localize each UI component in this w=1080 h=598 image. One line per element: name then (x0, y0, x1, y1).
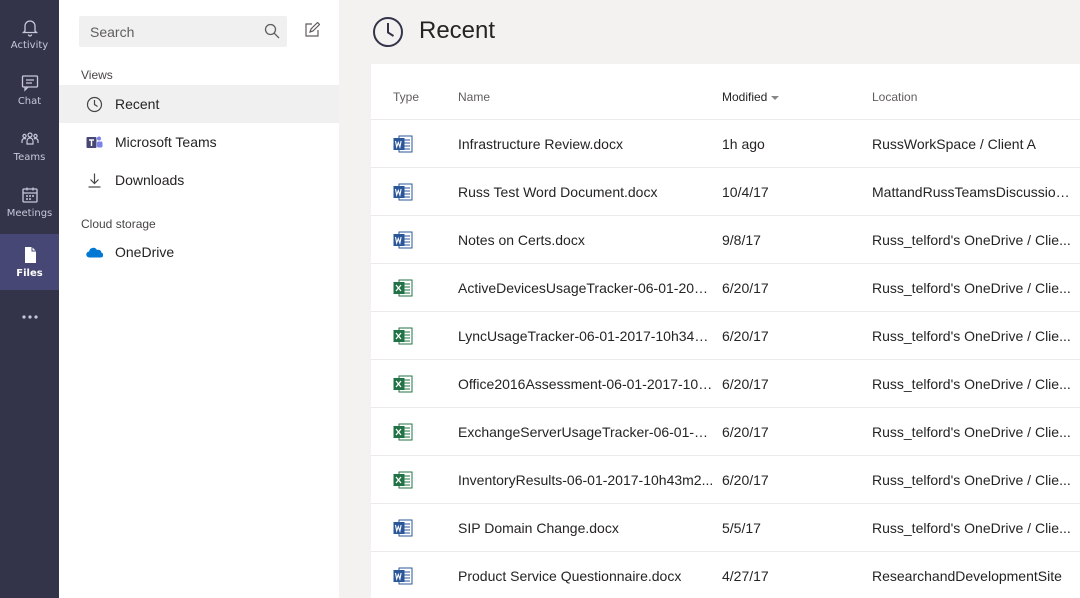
column-header-modified-label: Modified (722, 90, 768, 104)
table-row[interactable]: Infrastructure Review.docx 1h ago RussWork… (371, 119, 1080, 167)
file-location[interactable]: MattandRussTeamsDiscussion... (872, 184, 1072, 200)
word-file-icon (393, 567, 413, 585)
table-row[interactable]: Notes on Certs.docx 9/8/17 Russ_telford's … (371, 215, 1080, 263)
file-name: Office2016Assessment-06-01-2017-10h... (458, 376, 714, 392)
file-name: Notes on Certs.docx (458, 232, 585, 248)
file-modified: 6/20/17 (722, 424, 769, 440)
excel-file-icon (393, 327, 413, 345)
search-input[interactable] (79, 16, 259, 47)
column-header-modified[interactable]: Modified (722, 90, 780, 104)
file-modified: 6/20/17 (722, 280, 769, 296)
search-box[interactable] (79, 16, 287, 47)
excel-file-icon (393, 423, 413, 441)
file-modified: 6/20/17 (722, 328, 769, 344)
files-table: Type Name Modified Location Infrastructu… (371, 64, 1080, 598)
file-name: SIP Domain Change.docx (458, 520, 619, 536)
excel-file-icon (393, 375, 413, 393)
nav-item-label: Microsoft Teams (115, 134, 217, 150)
file-location[interactable]: Russ_telford's OneDrive / Clie... (872, 424, 1072, 440)
cloud-storage-label: Cloud storage (81, 217, 156, 231)
file-name: Infrastructure Review.docx (458, 136, 623, 152)
file-location[interactable]: Russ_telford's OneDrive / Clie... (872, 232, 1072, 248)
file-name: Russ Test Word Document.docx (458, 184, 658, 200)
file-location[interactable]: Russ_telford's OneDrive / Clie... (872, 472, 1072, 488)
file-name: ExchangeServerUsageTracker-06-01-20... (458, 424, 714, 440)
sort-descending-icon (771, 95, 780, 100)
file-modified: 6/20/17 (722, 472, 769, 488)
nav-item-recent[interactable]: Recent (59, 85, 339, 123)
nav-item-label: Downloads (115, 172, 185, 188)
word-file-icon (393, 519, 413, 537)
table-row[interactable]: SIP Domain Change.docx 5/5/17 Russ_telford… (371, 503, 1080, 551)
bell-icon (21, 20, 38, 37)
file-location[interactable]: RussWorkSpace / Client A (872, 136, 1072, 152)
file-icon (24, 247, 36, 263)
word-file-icon (393, 183, 413, 201)
file-modified: 1h ago (722, 136, 765, 152)
file-name: InventoryResults-06-01-2017-10h43m2... (458, 472, 714, 488)
more-icon (21, 314, 38, 319)
table-row[interactable]: ExchangeServerUsageTracker-06-01-20... 6/… (371, 407, 1080, 455)
file-name: ActiveDevicesUsageTracker-06-01-2017... (458, 280, 714, 296)
file-name: Product Service Questionnaire.docx (458, 568, 682, 584)
nav-item-onedrive[interactable]: OneDrive (59, 233, 339, 271)
teams-icon (20, 132, 39, 145)
download-icon (88, 173, 101, 188)
table-row[interactable]: InventoryResults-06-01-2017-10h43m2... 6/… (371, 455, 1080, 503)
files-nav-pane: Views Recent Microsoft Teams Downloads C… (59, 0, 339, 598)
table-row[interactable]: Product Service Questionnaire.docx 4/27/1… (371, 551, 1080, 598)
clock-icon (86, 96, 103, 113)
recent-files-view: Recent Type Name Modified Location Infra… (339, 0, 1080, 598)
file-modified: 9/8/17 (722, 232, 761, 248)
rail-teams[interactable]: Teams (0, 118, 59, 174)
column-header-location[interactable]: Location (872, 90, 917, 104)
rail-files[interactable]: Files (0, 234, 59, 290)
file-location[interactable]: Russ_telford's OneDrive / Clie... (872, 376, 1072, 392)
file-location[interactable]: ResearchandDevelopmentSite (872, 568, 1072, 584)
table-row[interactable]: ActiveDevicesUsageTracker-06-01-2017... 6… (371, 263, 1080, 311)
file-name: LyncUsageTracker-06-01-2017-10h34m... (458, 328, 714, 344)
excel-file-icon (393, 279, 413, 297)
chat-icon (21, 75, 38, 92)
file-modified: 6/20/17 (722, 376, 769, 392)
onedrive-icon (86, 247, 103, 258)
file-location[interactable]: Russ_telford's OneDrive / Clie... (872, 328, 1072, 344)
table-row[interactable]: Russ Test Word Document.docx 10/4/17 Matta… (371, 167, 1080, 215)
search-icon[interactable] (264, 23, 280, 39)
rail-label: Chat (17, 96, 42, 107)
nav-item-label: Recent (115, 96, 160, 112)
clock-icon (373, 17, 403, 47)
nav-item-label: OneDrive (115, 244, 175, 260)
excel-file-icon (393, 471, 413, 489)
views-label: Views (81, 68, 113, 82)
file-location[interactable]: Russ_telford's OneDrive / Clie... (872, 520, 1072, 536)
file-location[interactable]: Russ_telford's OneDrive / Clie... (872, 280, 1072, 296)
rail-label: Files (16, 268, 43, 279)
calendar-icon (21, 187, 38, 203)
word-file-icon (393, 231, 413, 249)
file-modified: 4/27/17 (722, 568, 769, 584)
compose-icon[interactable] (304, 22, 320, 38)
page-title: Recent (419, 17, 496, 44)
table-row[interactable]: LyncUsageTracker-06-01-2017-10h34m... 6/2… (371, 311, 1080, 359)
rail-label: Meetings (6, 208, 53, 219)
rail-meetings[interactable]: Meetings (0, 174, 59, 230)
rail-more[interactable] (0, 290, 59, 346)
teams-logo-icon (86, 136, 103, 148)
rail-label: Activity (10, 40, 49, 51)
app-rail: Activity Chat Teams Meetings Files (0, 0, 59, 598)
table-row[interactable]: Office2016Assessment-06-01-2017-10h... 6/… (371, 359, 1080, 407)
column-header-name[interactable]: Name (458, 90, 490, 104)
column-header-type[interactable]: Type (393, 90, 419, 104)
rail-label: Teams (13, 152, 46, 163)
rail-activity[interactable]: Activity (0, 6, 59, 62)
rail-chat[interactable]: Chat (0, 62, 59, 118)
nav-item-microsoft-teams[interactable]: Microsoft Teams (59, 123, 339, 161)
file-modified: 5/5/17 (722, 520, 761, 536)
word-file-icon (393, 135, 413, 153)
file-modified: 10/4/17 (722, 184, 769, 200)
nav-item-downloads[interactable]: Downloads (59, 161, 339, 199)
